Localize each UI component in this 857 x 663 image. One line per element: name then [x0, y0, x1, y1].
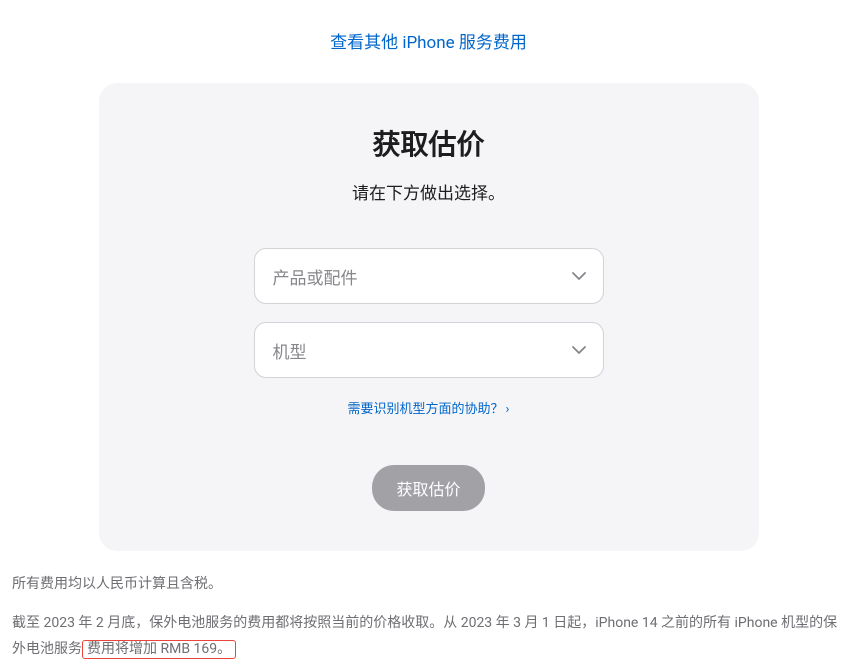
model-select-wrapper: 机型 [254, 322, 604, 378]
product-select[interactable]: 产品或配件 [254, 248, 604, 304]
get-estimate-button[interactable]: 获取估价 [372, 465, 484, 511]
estimate-card: 获取估价 请在下方做出选择。 产品或配件 机型 需要识别机型方面的协助？› 获取… [99, 83, 759, 551]
footer-line-2: 截至 2023 年 2 月底，保外电池服务的费用都将按照当前的价格收取。从 20… [12, 610, 845, 663]
top-link-container: 查看其他 iPhone 服务费用 [0, 0, 857, 73]
footer-notes: 所有费用均以人民币计算且含税。 截至 2023 年 2 月底，保外电池服务的费用… [0, 551, 857, 663]
help-link-text: 需要识别机型方面的协助？ [348, 402, 504, 417]
footer-line-1: 所有费用均以人民币计算且含税。 [12, 571, 845, 598]
model-select[interactable]: 机型 [254, 322, 604, 378]
chevron-right-icon: › [506, 402, 510, 417]
identify-model-help-link[interactable]: 需要识别机型方面的协助？› [348, 402, 510, 417]
product-select-placeholder: 产品或配件 [273, 264, 358, 289]
price-increase-highlight: 费用将增加 RMB 169。 [82, 640, 236, 659]
model-select-placeholder: 机型 [273, 338, 307, 363]
product-select-wrapper: 产品或配件 [254, 248, 604, 304]
view-other-services-link[interactable]: 查看其他 iPhone 服务费用 [330, 33, 527, 53]
card-subtitle: 请在下方做出选择。 [149, 179, 709, 204]
help-link-container: 需要识别机型方面的协助？› [149, 398, 709, 417]
card-title: 获取估价 [149, 123, 709, 163]
